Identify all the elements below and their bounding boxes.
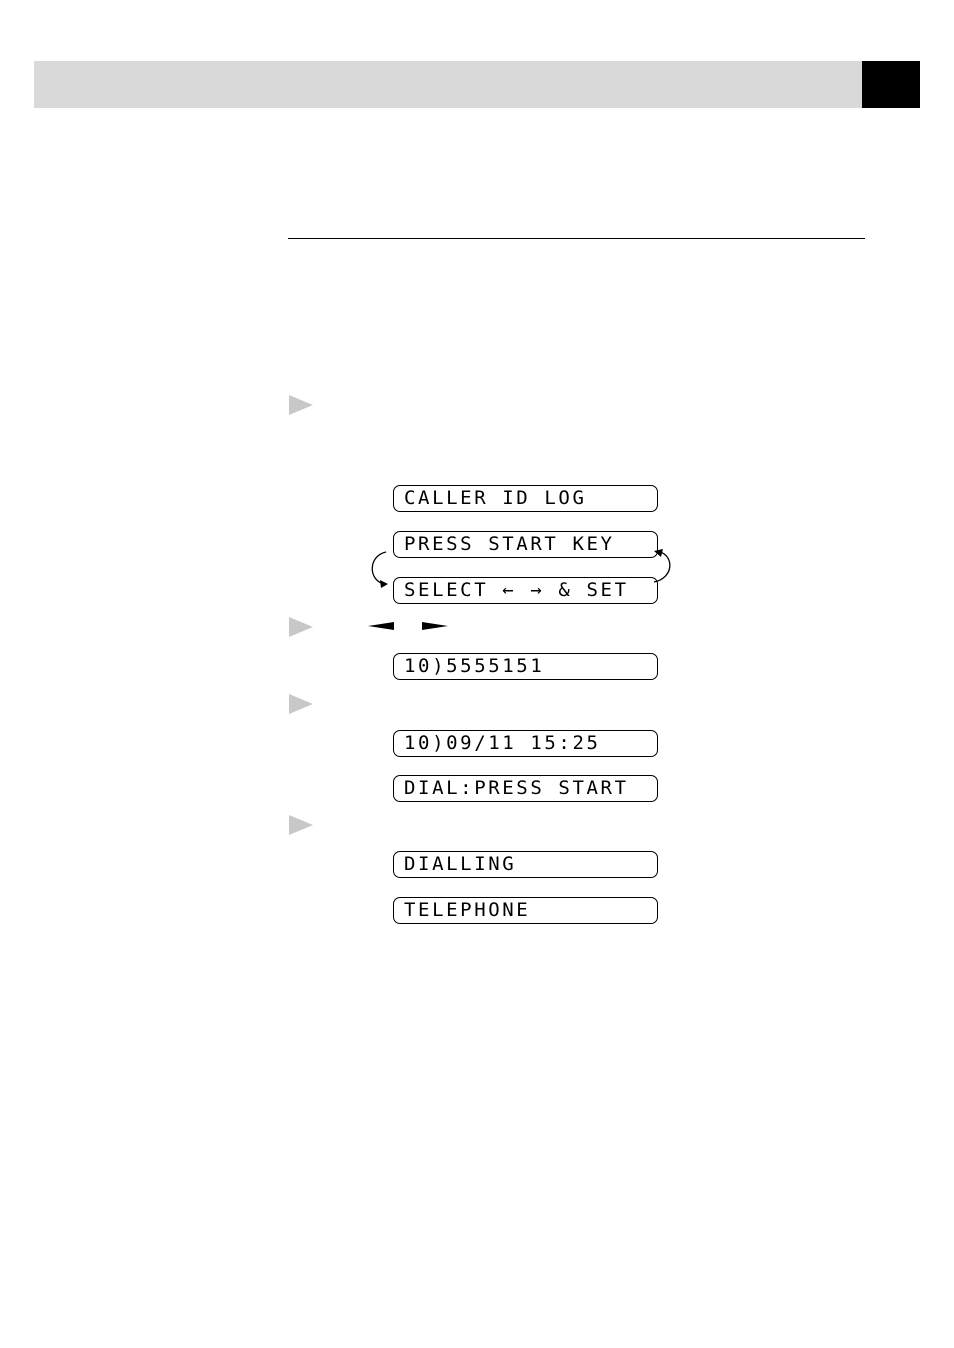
lcd-display-dialling: DIALLING	[393, 851, 658, 878]
loop-arrow-right-icon	[653, 549, 671, 583]
right-arrow-key-icon	[422, 622, 448, 630]
step-3-arrow-icon	[289, 694, 313, 714]
header-band	[34, 61, 862, 108]
loop-arrow-left-icon	[371, 551, 388, 588]
step-2-arrow-icon	[289, 617, 313, 637]
lcd-display-press-start-key: PRESS START KEY	[393, 531, 658, 558]
lcd-display-dial-press-start: DIAL:PRESS START	[393, 775, 658, 802]
step-4-arrow-icon	[289, 815, 313, 835]
left-arrow-key-icon	[368, 622, 394, 630]
section-divider	[288, 238, 865, 239]
lcd-display-telephone: TELEPHONE	[393, 897, 658, 924]
lcd-display-call-date-time: 10)09/11 15:25	[393, 730, 658, 757]
step-1-arrow-icon	[289, 395, 313, 415]
lcd-display-caller-id-log: CALLER ID LOG	[393, 485, 658, 512]
lcd-display-select-and-set: SELECT ← → & SET	[393, 577, 658, 604]
chapter-tab	[862, 61, 920, 108]
lcd-display-caller-number: 10)5555151	[393, 653, 658, 680]
